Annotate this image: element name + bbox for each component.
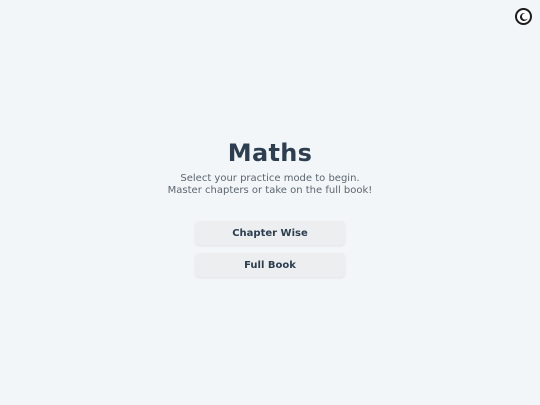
full-book-button[interactable]: Full Book xyxy=(195,253,345,277)
page: Maths Select your practice mode to begin… xyxy=(0,0,540,405)
mode-selection-panel: Maths Select your practice mode to begin… xyxy=(0,138,540,277)
page-subtitle: Select your practice mode to begin. Mast… xyxy=(167,173,373,196)
chapter-wise-button[interactable]: Chapter Wise xyxy=(195,221,345,245)
moon-icon xyxy=(519,12,528,21)
theme-toggle-button[interactable] xyxy=(515,8,532,25)
page-title: Maths xyxy=(227,139,313,167)
